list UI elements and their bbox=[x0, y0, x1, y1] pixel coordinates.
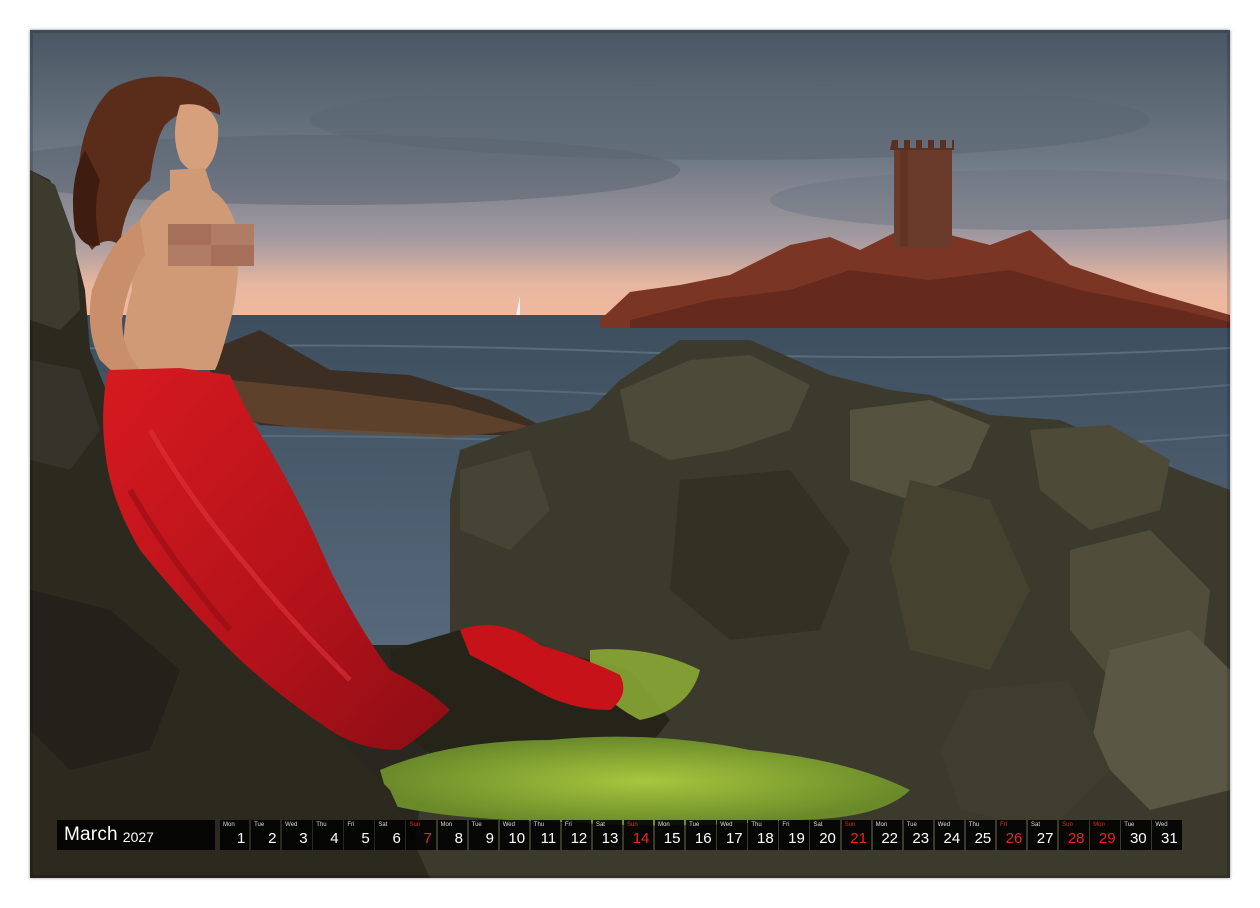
day-cell: Mon 15 bbox=[655, 820, 685, 850]
day-cell: Sun 14 bbox=[624, 820, 654, 850]
day-cell: Tue 16 bbox=[686, 820, 716, 850]
day-cell: Sun 21 bbox=[841, 820, 871, 850]
day-cell: Fri 19 bbox=[779, 820, 809, 850]
day-number: 12 bbox=[570, 830, 588, 847]
day-of-week: Mon bbox=[658, 822, 670, 828]
day-of-week: Tue bbox=[906, 822, 917, 828]
day-number: 4 bbox=[330, 830, 339, 847]
day-number: 18 bbox=[757, 830, 774, 847]
day-number: 29 bbox=[1098, 830, 1116, 847]
day-cell: Mon 29 bbox=[1090, 820, 1120, 850]
day-of-week: Sat bbox=[378, 822, 388, 828]
day-of-week: Mon bbox=[440, 822, 453, 828]
day-of-week: Sun bbox=[844, 822, 856, 828]
day-number: 16 bbox=[694, 830, 712, 847]
day-cell: Mon 1 bbox=[220, 820, 250, 850]
day-number: 5 bbox=[361, 830, 370, 847]
month-year: 2027 bbox=[122, 828, 154, 845]
day-cell: Thu 25 bbox=[965, 820, 996, 850]
day-number: 13 bbox=[601, 830, 619, 847]
day-number: 20 bbox=[819, 830, 836, 847]
month-name: March bbox=[64, 824, 118, 845]
day-number: 15 bbox=[663, 830, 681, 847]
day-number: 28 bbox=[1067, 830, 1085, 847]
day-of-week: Mon bbox=[875, 822, 888, 828]
calendar-photo bbox=[30, 30, 1230, 878]
day-of-week: Thu bbox=[533, 822, 545, 828]
day-cell: Sun 7 bbox=[406, 820, 436, 850]
day-number: 11 bbox=[540, 830, 557, 847]
day-of-week: Wed bbox=[285, 822, 298, 828]
day-of-week: Sun bbox=[409, 822, 421, 828]
day-of-week: Fri bbox=[999, 822, 1007, 828]
day-number: 26 bbox=[1005, 830, 1023, 847]
day-of-week: Mon bbox=[1093, 822, 1105, 828]
day-cell: Sat 27 bbox=[1028, 820, 1058, 850]
day-of-week: Wed bbox=[720, 822, 733, 828]
day-of-week: Tue bbox=[689, 822, 700, 828]
day-of-week: Sat bbox=[1031, 822, 1041, 828]
day-of-week: Thu bbox=[751, 822, 762, 828]
day-number: 25 bbox=[974, 830, 992, 847]
day-cell: Wed 31 bbox=[1152, 820, 1182, 850]
day-cell: Tue 9 bbox=[468, 820, 499, 850]
day-number: 6 bbox=[392, 830, 401, 847]
day-cells: Mon 1 Tue 2 Wed 3 Thu 4 Fri 5 Sat 6 Sun 7 Mon 8 Tue 9 Wed 1… bbox=[220, 820, 1182, 850]
day-cell: Tue 30 bbox=[1121, 820, 1151, 850]
day-number: 19 bbox=[788, 830, 805, 847]
day-cell: Sat 20 bbox=[810, 820, 840, 850]
day-of-week: Tue bbox=[471, 822, 482, 828]
day-cell: Tue 23 bbox=[903, 820, 934, 850]
day-cell: Thu 18 bbox=[748, 820, 778, 850]
day-number: 2 bbox=[268, 830, 277, 847]
day-number: 21 bbox=[850, 830, 867, 847]
day-number: 1 bbox=[237, 830, 246, 847]
day-cell: Mon 22 bbox=[872, 820, 903, 850]
day-cell: Wed 10 bbox=[499, 820, 530, 850]
day-of-week: Fri bbox=[347, 822, 355, 828]
day-of-week: Fri bbox=[564, 822, 572, 828]
day-number: 22 bbox=[881, 830, 899, 847]
day-of-week: Wed bbox=[502, 822, 515, 828]
month-label-box: March 2027 bbox=[57, 820, 215, 850]
day-number: 31 bbox=[1161, 830, 1178, 847]
day-cell: Thu 4 bbox=[313, 820, 343, 850]
day-cell: Wed 17 bbox=[717, 820, 747, 850]
day-cell: Wed 3 bbox=[282, 820, 312, 850]
day-cell: Fri 5 bbox=[344, 820, 374, 850]
day-of-week: Thu bbox=[316, 822, 327, 828]
day-cell: Thu 11 bbox=[530, 820, 561, 850]
day-number: 14 bbox=[632, 830, 650, 847]
day-of-week: Sat bbox=[595, 822, 605, 828]
day-number: 7 bbox=[423, 830, 432, 847]
day-number: 23 bbox=[912, 830, 930, 847]
day-of-week: Sun bbox=[1062, 822, 1073, 828]
calendar-strip: March 2027 Mon 1 Tue 2 Wed 3 Thu 4 Fri 5 Sat 6 Sun 7 M… bbox=[57, 820, 1203, 850]
day-number: 24 bbox=[943, 830, 961, 847]
day-number: 3 bbox=[299, 830, 308, 847]
day-of-week: Wed bbox=[937, 822, 951, 828]
day-of-week: Fri bbox=[782, 822, 790, 828]
day-of-week: Wed bbox=[1155, 822, 1168, 828]
day-cell: Sat 13 bbox=[592, 820, 623, 850]
day-of-week: Mon bbox=[223, 822, 235, 828]
day-of-week: Tue bbox=[254, 822, 265, 828]
day-cell: Fri 12 bbox=[561, 820, 592, 850]
day-cell: Mon 8 bbox=[437, 820, 467, 850]
day-of-week: Thu bbox=[968, 822, 980, 828]
day-number: 10 bbox=[508, 830, 526, 847]
day-cell: Fri 26 bbox=[996, 820, 1027, 850]
day-number: 9 bbox=[485, 830, 495, 847]
day-cell: Sat 6 bbox=[375, 820, 405, 850]
day-cell: Tue 2 bbox=[251, 820, 281, 850]
day-of-week: Sun bbox=[627, 822, 638, 828]
day-number: 27 bbox=[1036, 830, 1054, 847]
day-number: 30 bbox=[1129, 830, 1147, 847]
day-cell: Sun 28 bbox=[1059, 820, 1089, 850]
day-number: 17 bbox=[725, 830, 743, 847]
day-number: 8 bbox=[454, 830, 463, 847]
day-cell: Wed 24 bbox=[934, 820, 965, 850]
day-of-week: Tue bbox=[1124, 822, 1135, 828]
day-of-week: Sat bbox=[813, 822, 823, 828]
